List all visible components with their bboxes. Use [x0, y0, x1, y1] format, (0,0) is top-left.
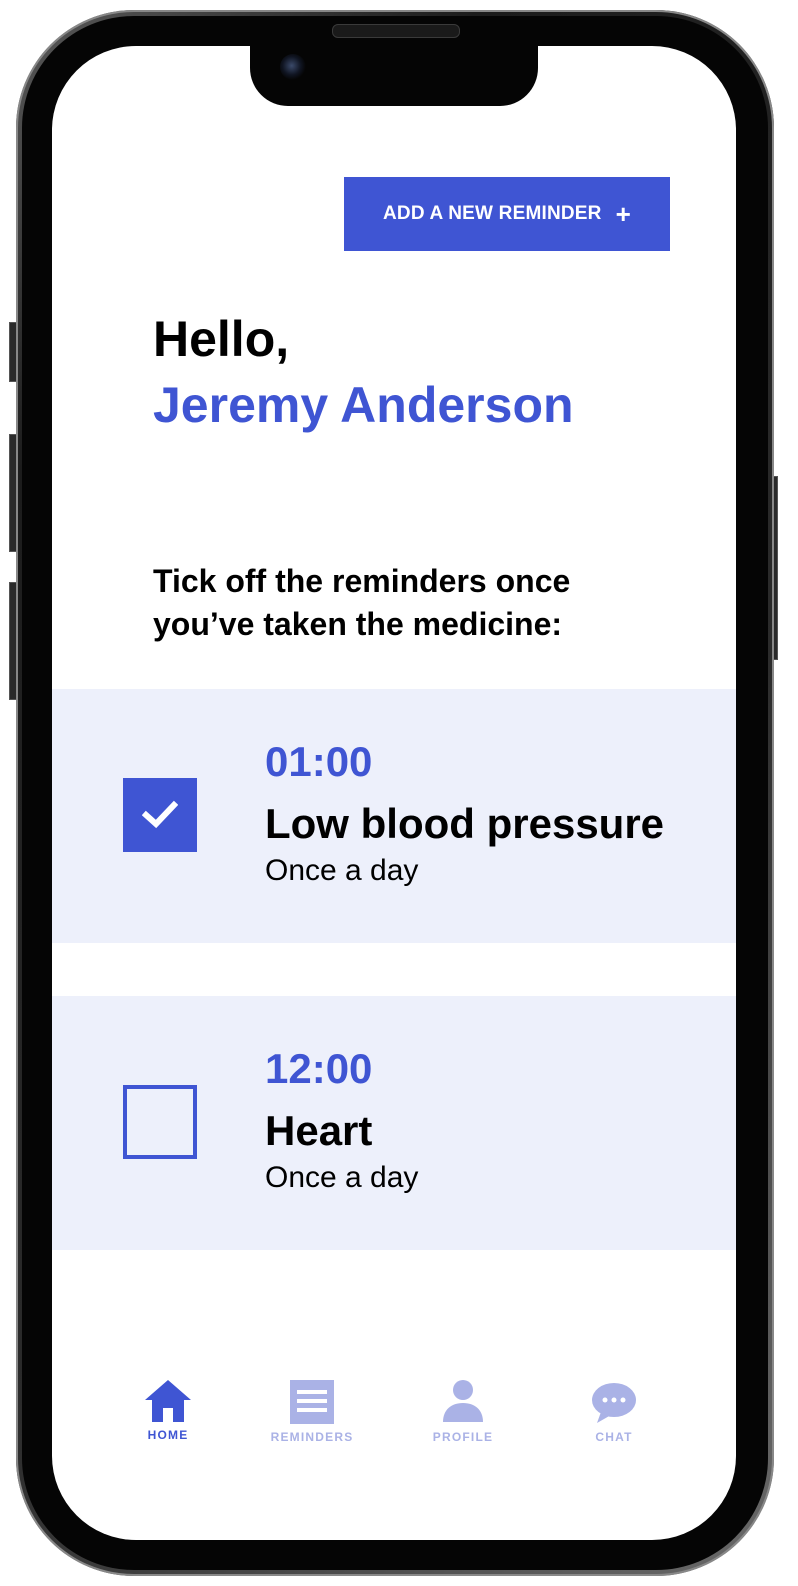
chat-bubble-icon: [591, 1376, 637, 1424]
bottom-tab-bar: HOME REMINDERS PROFILE CHAT: [52, 1376, 736, 1476]
checkmark-icon: [142, 800, 178, 829]
tab-home[interactable]: HOME: [108, 1376, 228, 1442]
person-icon: [441, 1376, 485, 1424]
earpiece-speaker: [332, 24, 460, 38]
tab-profile-label: PROFILE: [432, 1430, 494, 1444]
reminder-checkbox-unchecked[interactable]: [123, 1085, 197, 1159]
tab-chat-label: CHAT: [595, 1430, 633, 1444]
reminder-checkbox-checked[interactable]: [123, 778, 197, 852]
add-reminder-button[interactable]: ADD A NEW REMINDER +: [344, 177, 670, 251]
reminder-time: 12:00: [265, 1045, 373, 1092]
user-name: Jeremy Anderson: [153, 377, 574, 433]
plus-icon: +: [615, 199, 631, 229]
device-mockup: ADD A NEW REMINDER + Hello, Jeremy Ander…: [0, 0, 798, 1586]
reminder-card: 01:00 Low blood pressure Once a day: [52, 689, 736, 943]
reminder-frequency: Once a day: [265, 1161, 419, 1194]
tab-reminders[interactable]: REMINDERS: [252, 1376, 372, 1444]
tab-chat[interactable]: CHAT: [554, 1376, 674, 1444]
reminder-medicine: Low blood pressure: [265, 800, 665, 847]
tab-home-label: HOME: [147, 1428, 189, 1442]
tab-profile[interactable]: PROFILE: [403, 1376, 523, 1444]
tab-reminders-label: REMINDERS: [270, 1430, 354, 1444]
front-camera: [280, 54, 306, 80]
reminder-card: 12:00 Heart Once a day: [52, 996, 736, 1250]
reminder-time: 01:00: [265, 738, 373, 785]
instruction-text: Tick off the reminders once you’ve taken…: [153, 563, 571, 642]
add-reminder-label: ADD A NEW REMINDER: [383, 203, 602, 224]
reminder-frequency: Once a day: [265, 854, 419, 887]
greeting-hello: Hello,: [153, 311, 290, 367]
list-icon: [290, 1376, 334, 1424]
reminder-medicine: Heart: [265, 1107, 373, 1154]
app-screen: ADD A NEW REMINDER + Hello, Jeremy Ander…: [52, 46, 736, 1540]
home-icon: [143, 1376, 193, 1424]
